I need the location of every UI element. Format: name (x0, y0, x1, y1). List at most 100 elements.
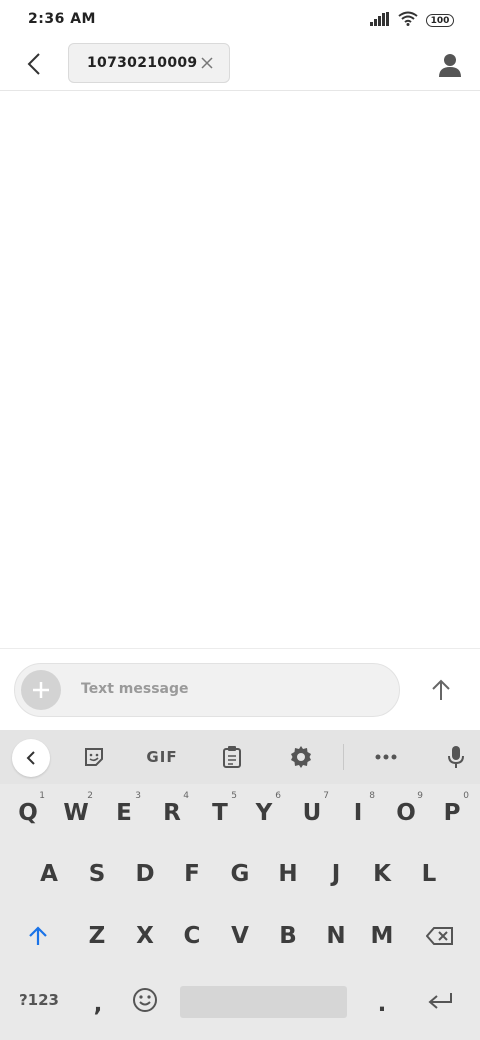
conversation-header: 10730210009 (0, 40, 480, 91)
key-z[interactable]: Z (73, 910, 121, 962)
key-label: Y (255, 800, 273, 826)
key-label: P (443, 800, 461, 826)
key-n[interactable]: N (312, 910, 360, 962)
shift-arrow-icon (29, 926, 47, 945)
space-key[interactable] (180, 986, 347, 1018)
key-label: I (353, 800, 363, 826)
symbols-key[interactable]: ?123 (14, 980, 64, 1020)
key-v[interactable]: V (216, 910, 264, 962)
key-b[interactable]: B (264, 910, 312, 962)
key-r[interactable]: R4 (148, 787, 196, 839)
message-input[interactable]: Text message (14, 663, 400, 717)
key-g[interactable]: G (216, 848, 264, 900)
key-i[interactable]: I8 (334, 787, 382, 839)
key-hint: 0 (463, 791, 469, 801)
enter-key[interactable] (416, 980, 464, 1020)
symbols-label: ?123 (18, 991, 59, 1009)
close-icon (201, 57, 213, 69)
more-horizontal-icon (375, 754, 397, 760)
backspace-key[interactable] (416, 910, 464, 962)
key-s[interactable]: S (73, 848, 121, 900)
key-label: R (163, 800, 181, 826)
key-label: H (278, 861, 298, 887)
key-f[interactable]: F (168, 848, 216, 900)
keyboard: GIF Q1 W2 E3 R4 T5 Y6 U7 I8 O9 P0 A S D … (0, 730, 480, 1040)
key-hint: 6 (275, 791, 281, 801)
key-label: W (63, 800, 89, 826)
gif-label: GIF (146, 748, 178, 766)
period-label: . (377, 991, 387, 1017)
key-label: C (183, 923, 201, 949)
key-q[interactable]: Q1 (4, 787, 52, 839)
recipient-chip[interactable]: 10730210009 (68, 43, 230, 83)
key-label: U (302, 800, 322, 826)
key-label: T (212, 800, 228, 826)
key-label: F (184, 861, 200, 887)
key-label: Q (18, 800, 38, 826)
key-u[interactable]: U7 (288, 787, 336, 839)
settings-button[interactable] (285, 741, 317, 773)
recipient-chip-label: 10730210009 (87, 55, 198, 71)
chevron-left-icon (26, 751, 35, 765)
key-hint: 4 (183, 791, 189, 801)
contact-button[interactable] (434, 49, 466, 81)
key-y[interactable]: Y6 (240, 787, 288, 839)
sticker-button[interactable] (78, 741, 110, 773)
key-row-bottom: ?123 , . (0, 980, 480, 1036)
comma-label: , (93, 991, 103, 1017)
signal-icon (370, 11, 390, 30)
key-k[interactable]: K (358, 848, 406, 900)
key-label: S (88, 861, 106, 887)
sticker-icon (85, 748, 103, 766)
key-e[interactable]: E3 (100, 787, 148, 839)
shift-key[interactable] (14, 910, 62, 962)
key-p[interactable]: P0 (428, 787, 476, 839)
key-hint: 2 (87, 791, 93, 801)
clipboard-icon (223, 746, 241, 768)
attach-button[interactable] (21, 670, 61, 710)
key-o[interactable]: O9 (382, 787, 430, 839)
key-m[interactable]: M (358, 910, 406, 962)
back-arrow-icon (27, 53, 40, 75)
key-label: K (373, 861, 391, 887)
more-options-button[interactable] (370, 741, 402, 773)
clipboard-button[interactable] (216, 741, 248, 773)
key-h[interactable]: H (264, 848, 312, 900)
key-hint: 3 (135, 791, 141, 801)
key-label: G (230, 861, 250, 887)
key-a[interactable]: A (25, 848, 73, 900)
remove-recipient-button[interactable] (199, 55, 215, 71)
key-hint: 8 (369, 791, 375, 801)
key-l[interactable]: L (405, 848, 453, 900)
gif-button[interactable]: GIF (140, 741, 184, 773)
key-row-1: Q1 W2 E3 R4 T5 Y6 U7 I8 O9 P0 (0, 787, 480, 843)
key-label: E (116, 800, 132, 826)
key-label: A (40, 861, 58, 887)
key-c[interactable]: C (168, 910, 216, 962)
send-button[interactable] (426, 675, 456, 705)
person-icon (439, 54, 461, 77)
enter-icon (428, 993, 452, 1009)
key-w[interactable]: W2 (52, 787, 100, 839)
key-t[interactable]: T5 (196, 787, 244, 839)
voice-input-button[interactable] (440, 741, 472, 773)
key-hint: 9 (417, 791, 423, 801)
comma-key[interactable]: , (74, 980, 122, 1028)
collapse-toolbar-button[interactable] (12, 739, 50, 777)
key-label: N (326, 923, 346, 949)
back-button[interactable] (18, 48, 50, 80)
key-d[interactable]: D (121, 848, 169, 900)
message-list (0, 91, 480, 648)
key-hint: 1 (39, 791, 45, 801)
key-j[interactable]: J (312, 848, 360, 900)
status-icons: 100 (370, 11, 454, 30)
key-label: X (136, 923, 154, 949)
key-x[interactable]: X (121, 910, 169, 962)
backspace-icon (426, 927, 453, 945)
message-composer: Text message (0, 648, 480, 731)
key-label: J (331, 861, 341, 887)
emoji-key[interactable] (121, 980, 169, 1020)
period-key[interactable]: . (358, 980, 406, 1028)
toolbar-divider (343, 744, 344, 770)
status-bar: 2:36 AM 100 (0, 0, 480, 40)
